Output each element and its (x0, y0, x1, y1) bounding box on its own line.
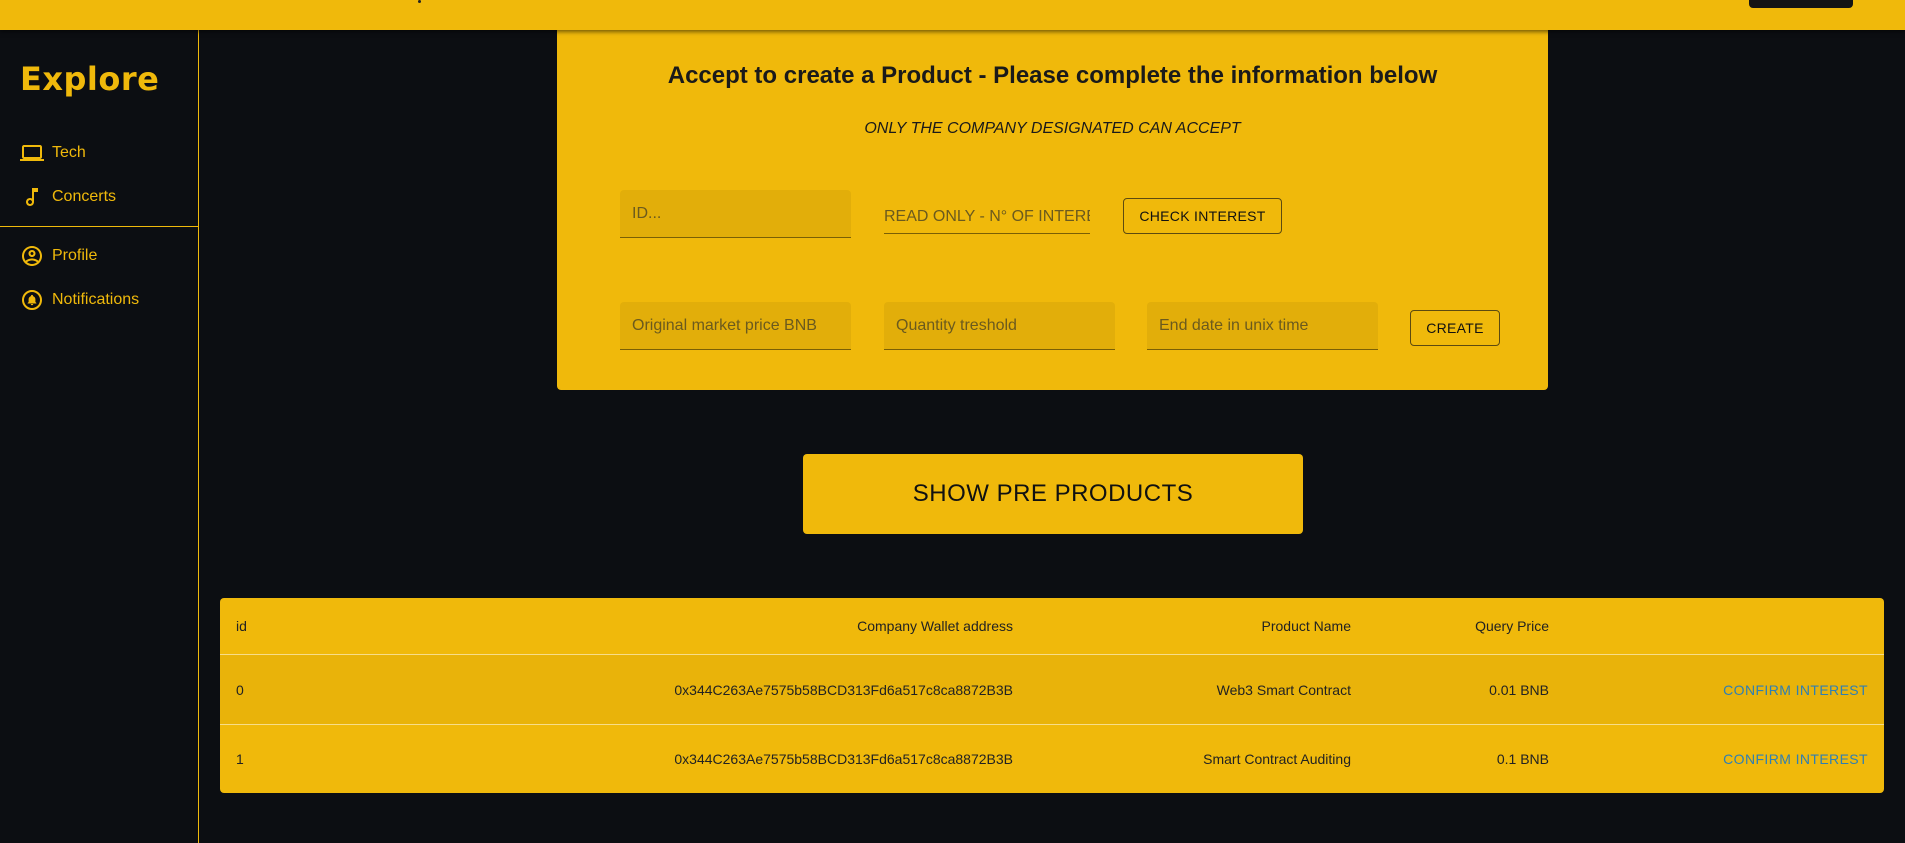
cell-price: 0.01 BNB (1367, 654, 1565, 725)
column-header-price: Query Price (1367, 598, 1565, 655)
table-row: 1 0x344C263Ae7575b58BCD313Fd6a517c8ca887… (220, 725, 1884, 794)
table-header-row: id Company Wallet address Product Name Q… (220, 598, 1884, 655)
pre-products-table: id Company Wallet address Product Name Q… (220, 598, 1884, 793)
sidebar-item-profile[interactable]: Profile (20, 243, 97, 269)
interest-count-field[interactable] (884, 200, 1090, 234)
form-title: Accept to create a Product - Please comp… (667, 62, 1438, 89)
cell-wallet: 0x344C263Ae7575b58BCD313Fd6a517c8ca8872B… (674, 751, 1013, 767)
cell-id: 0 (220, 654, 372, 725)
confirm-interest-button[interactable]: CONFIRM INTEREST (1723, 682, 1868, 698)
cell-id: 1 (236, 751, 244, 767)
cell-wallet: 0x344C263Ae7575b58BCD313Fd6a517c8ca8872B… (372, 654, 1029, 725)
cell-action: CONFIRM INTEREST (1565, 725, 1884, 794)
column-header-product: Product Name (1029, 598, 1367, 655)
cell-product: Web3 Smart Contract (1029, 654, 1367, 725)
form-subtitle: ONLY THE COMPANY DESIGNATED CAN ACCEPT (864, 120, 1241, 137)
sidebar-item-notifications[interactable]: Notifications (20, 287, 139, 313)
product-id-input[interactable] (620, 190, 851, 238)
create-button[interactable]: CREATE (1410, 310, 1500, 346)
sidebar-item-label: Profile (52, 247, 98, 264)
create-product-form: Accept to create a Product - Please comp… (557, 30, 1548, 390)
laptop-icon (20, 141, 44, 165)
column-header-action (1565, 598, 1884, 655)
notification-bell-icon (20, 288, 44, 312)
top-bar-button[interactable] (1749, 0, 1853, 8)
sidebar: Explore Tech Concerts Profile Notificati… (0, 30, 199, 843)
account-circle-icon (20, 244, 44, 268)
sidebar-item-concerts[interactable]: Concerts (20, 184, 116, 210)
sidebar-item-tech[interactable]: Tech (20, 140, 86, 166)
sidebar-item-label: Notifications (52, 291, 140, 308)
cell-action: CONFIRM INTEREST (1565, 654, 1884, 725)
sidebar-item-label: Tech (52, 144, 86, 161)
top-app-bar (0, 0, 1905, 30)
check-interest-button[interactable]: CHECK INTEREST (1123, 198, 1282, 234)
sidebar-divider (0, 226, 199, 227)
end-date-input[interactable] (1147, 302, 1378, 350)
confirm-interest-button[interactable]: CONFIRM INTEREST (1723, 751, 1868, 767)
cell-product: Smart Contract Auditing (1203, 751, 1351, 767)
cell-price: 0.1 BNB (1496, 751, 1549, 767)
show-pre-products-button[interactable]: SHOW PRE PRODUCTS (803, 454, 1303, 534)
column-header-id: id (220, 598, 372, 655)
sidebar-item-label: Concerts (52, 188, 117, 205)
app-title: Explore (20, 60, 160, 98)
table-row: 0 0x344C263Ae7575b58BCD313Fd6a517c8ca887… (220, 654, 1884, 725)
quantity-threshold-input[interactable] (884, 302, 1115, 350)
music-note-icon (20, 185, 44, 209)
market-price-input[interactable] (620, 302, 851, 350)
top-bar-mark (418, 0, 421, 3)
column-header-wallet: Company Wallet address (372, 598, 1029, 655)
